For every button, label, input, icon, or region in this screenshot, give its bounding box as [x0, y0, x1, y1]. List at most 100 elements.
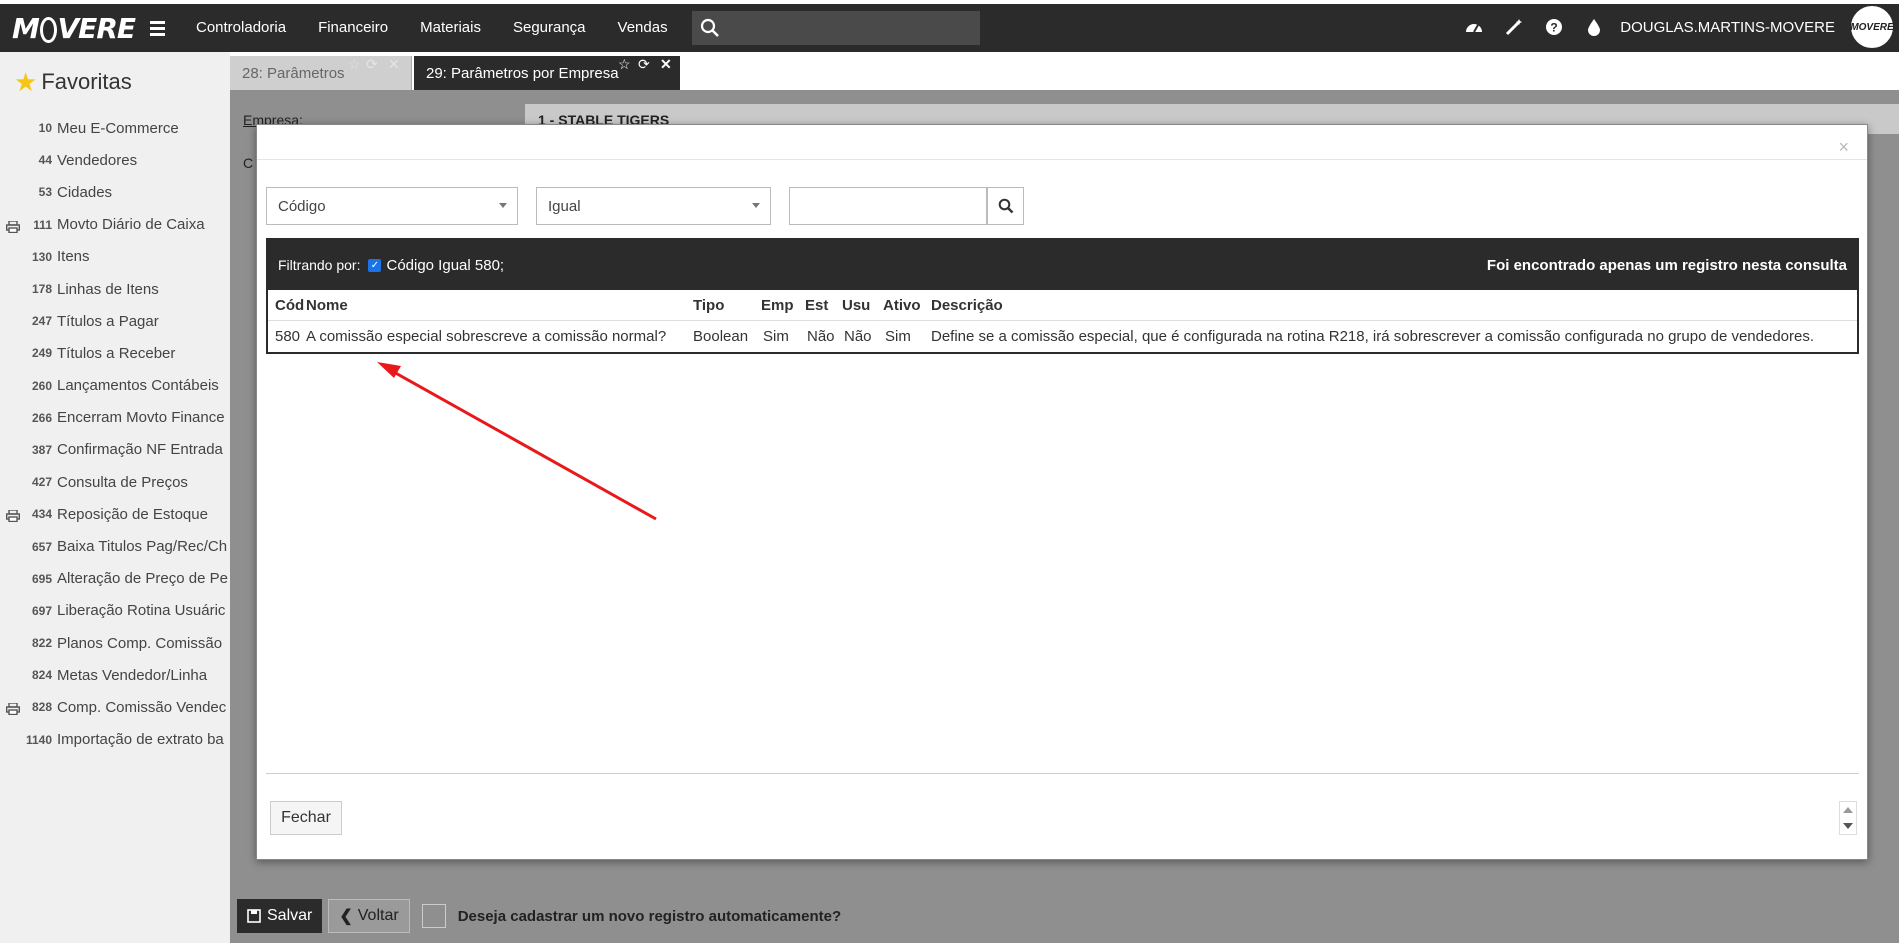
- search-button[interactable]: [987, 187, 1024, 225]
- sidebar-item-label: Títulos a Receber: [57, 344, 176, 362]
- tab-parametros-por-empresa[interactable]: 29: Parâmetros por Empresa ☆ ⟳ ✕: [414, 56, 680, 90]
- svg-text:?: ?: [1551, 21, 1558, 35]
- chevron-down-icon: [499, 203, 507, 208]
- sidebar-item[interactable]: 657 Baixa Titulos Pag/Rec/Ch: [0, 530, 230, 562]
- star-icon: ★: [14, 66, 38, 97]
- sidebar-item[interactable]: 695 Alteração de Preço de Pe: [0, 563, 230, 595]
- column-header[interactable]: Ativo: [883, 297, 931, 314]
- sidebar-item[interactable]: 697 Liberação Rotina Usuáric: [0, 595, 230, 627]
- column-header[interactable]: Cód: [268, 297, 306, 314]
- scroll-stepper[interactable]: [1839, 801, 1857, 835]
- nav-financeiro[interactable]: Financeiro: [302, 5, 404, 51]
- sidebar-item[interactable]: 427 Consulta de Preços: [0, 466, 230, 498]
- tab-label: 29: Parâmetros por Empresa: [426, 64, 619, 82]
- save-button[interactable]: Salvar: [237, 899, 323, 933]
- sidebar-item-code: 387: [31, 442, 52, 457]
- column-header[interactable]: Tipo: [693, 297, 761, 314]
- sidebar-item-code: 10: [38, 121, 52, 136]
- sidebar-item[interactable]: 828 Comp. Comissão Vendec: [0, 691, 230, 723]
- printer-icon[interactable]: [5, 219, 21, 233]
- operator-select-value: Igual: [548, 197, 581, 215]
- operator-select[interactable]: Igual: [536, 187, 771, 225]
- refresh-icon[interactable]: ⟳: [638, 56, 650, 73]
- sidebar-item[interactable]: 53 Cidades: [0, 176, 230, 208]
- global-search-input[interactable]: [691, 11, 980, 45]
- search-value-input[interactable]: [789, 187, 987, 225]
- sidebar-item[interactable]: 1140 Importação de extrato ba: [0, 724, 230, 756]
- column-header[interactable]: Est: [805, 297, 842, 314]
- close-icon[interactable]: ✕: [388, 56, 400, 73]
- chevron-down-icon: [752, 203, 760, 208]
- sidebar-item[interactable]: 111 Movto Diário de Caixa: [0, 209, 230, 241]
- tab-label: 28: Parâmetros: [242, 64, 345, 82]
- sidebar-item-label: Metas Vendedor/Linha: [57, 666, 208, 684]
- sidebar-item[interactable]: 249 Títulos a Receber: [0, 337, 230, 369]
- column-header[interactable]: Nome: [306, 297, 693, 314]
- nav-vendas[interactable]: Vendas: [602, 5, 684, 51]
- user-name[interactable]: DOUGLAS.MARTINS-MOVERE: [1620, 19, 1835, 36]
- sidebar-item[interactable]: 266 Encerram Movto Finance: [0, 402, 230, 434]
- back-label: Voltar: [357, 907, 399, 924]
- table-cell: Não: [844, 328, 872, 345]
- column-header[interactable]: Usu: [842, 297, 883, 314]
- close-icon[interactable]: ✕: [660, 56, 672, 73]
- movere-logo[interactable]: M VERE: [0, 5, 136, 51]
- star-outline-icon[interactable]: ☆: [348, 56, 361, 73]
- filter-chip[interactable]: ✓ Código Igual 580;: [368, 257, 504, 274]
- chevron-up-icon[interactable]: [1843, 807, 1853, 813]
- sidebar-item-label: Consulta de Preços: [57, 473, 188, 491]
- refresh-icon[interactable]: ⟳: [366, 56, 378, 73]
- sidebar-item[interactable]: 130 Itens: [0, 241, 230, 273]
- sidebar-item[interactable]: 44 Vendedores: [0, 144, 230, 176]
- sidebar-item[interactable]: 387 Confirmação NF Entrada: [0, 434, 230, 466]
- magic-wand-icon[interactable]: [1494, 18, 1534, 36]
- tab-parametros[interactable]: 28: Parâmetros ☆ ⟳ ✕: [230, 56, 412, 90]
- chevron-down-icon[interactable]: [1843, 823, 1853, 829]
- sidebar-item-code: 697: [31, 603, 52, 618]
- printer-icon[interactable]: [5, 509, 21, 523]
- nav-materiais[interactable]: Materiais: [404, 5, 497, 51]
- dashboard-icon[interactable]: [1454, 19, 1494, 35]
- checkbox-checked-icon[interactable]: ✓: [368, 258, 382, 272]
- sidebar-item[interactable]: 434 Reposição de Estoque: [0, 498, 230, 530]
- sidebar-item-code: 53: [38, 185, 52, 200]
- sidebar-item-label: Planos Comp. Comissão: [57, 634, 223, 652]
- nav-seguranca[interactable]: Segurança: [497, 5, 602, 51]
- sidebar-item[interactable]: 247 Títulos a Pagar: [0, 305, 230, 337]
- printer-icon[interactable]: [5, 702, 21, 716]
- avatar[interactable]: MOVERE: [1849, 4, 1895, 50]
- help-icon[interactable]: ?: [1534, 18, 1574, 36]
- search-icon: [998, 198, 1013, 214]
- column-header[interactable]: Descrição: [931, 297, 1857, 314]
- hamburger-menu-icon[interactable]: [150, 5, 180, 51]
- nav-controladoria[interactable]: Controladoria: [180, 5, 302, 51]
- sidebar-item-label: Liberação Rotina Usuáric: [57, 602, 226, 620]
- back-button[interactable]: ❮ Voltar: [328, 899, 410, 933]
- close-button[interactable]: Fechar: [270, 801, 342, 835]
- sidebar-item[interactable]: 824 Metas Vendedor/Linha: [0, 659, 230, 691]
- column-header[interactable]: Emp: [761, 297, 805, 314]
- sidebar-item[interactable]: 260 Lançamentos Contábeis: [0, 370, 230, 402]
- sidebar-item[interactable]: 10 Meu E-Commerce: [0, 112, 230, 144]
- sidebar-item[interactable]: 822 Planos Comp. Comissão: [0, 627, 230, 659]
- modal-header: ×: [257, 125, 1867, 160]
- divider: [266, 773, 1859, 774]
- save-label: Salvar: [267, 907, 313, 924]
- auto-register-label: Deseja cadastrar um novo registro automa…: [457, 907, 842, 925]
- sidebar-item[interactable]: 178 Linhas de Itens: [0, 273, 230, 305]
- sidebar-item-label: Linhas de Itens: [57, 280, 159, 298]
- table-cell: Não: [807, 328, 835, 345]
- table-cell: Define se a comissão especial, que é con…: [931, 328, 1815, 345]
- drop-icon[interactable]: [1574, 18, 1614, 36]
- table-row[interactable]: 580 A comissão especial sobrescreve a co…: [268, 321, 1857, 352]
- field-label: C: [243, 155, 254, 171]
- star-outline-icon[interactable]: ☆: [618, 56, 631, 73]
- field-select[interactable]: Código: [266, 187, 518, 225]
- sidebar-item-label: Confirmação NF Entrada: [57, 441, 223, 459]
- sidebar-item-code: 178: [31, 282, 52, 297]
- auto-register-checkbox[interactable]: [421, 904, 446, 928]
- top-navbar: M VERE Controladoria Financeiro Materiais…: [0, 0, 1899, 52]
- close-icon[interactable]: ×: [1838, 137, 1849, 158]
- favorites-title: Favoritas: [41, 69, 132, 94]
- sidebar-item-code: 249: [31, 346, 52, 361]
